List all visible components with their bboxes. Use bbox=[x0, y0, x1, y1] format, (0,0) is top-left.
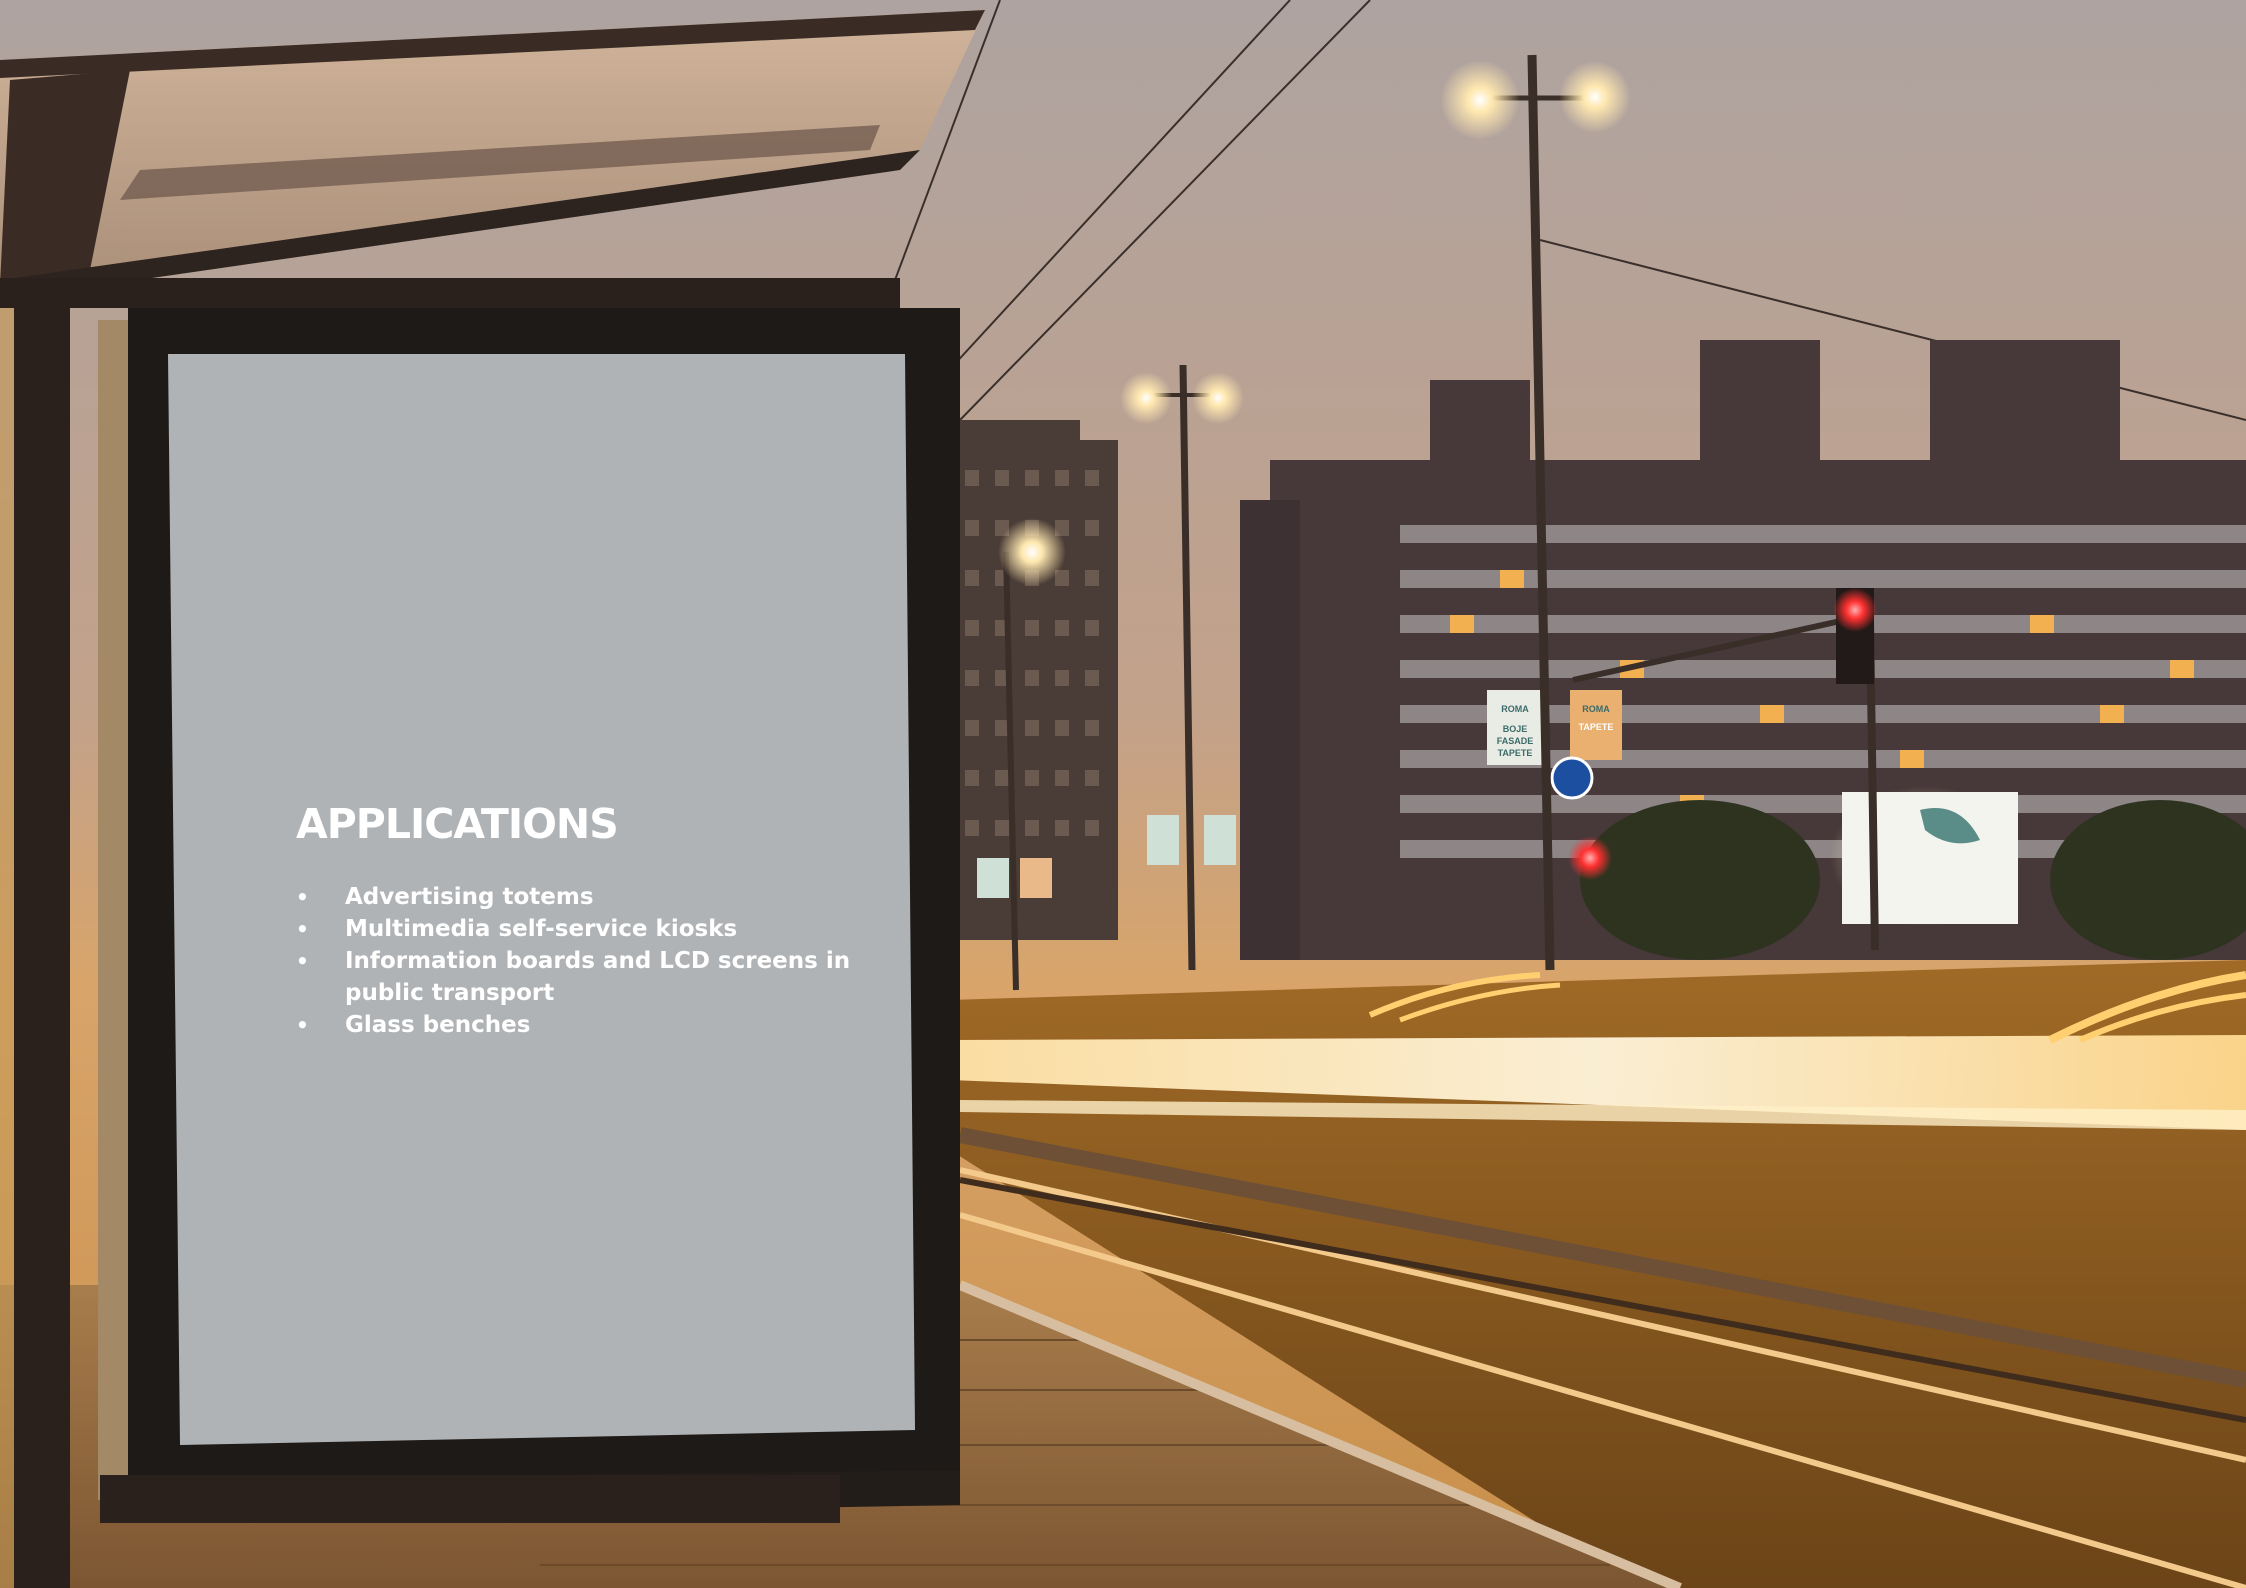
svg-text:ROMA: ROMA bbox=[1501, 704, 1529, 714]
poster-title: APPLICATIONS bbox=[296, 800, 619, 848]
list-item: Information boards and LCD screens in pu… bbox=[296, 945, 856, 1009]
svg-text:FASADE: FASADE bbox=[1497, 736, 1534, 746]
list-item: Multimedia self-service kiosks bbox=[296, 913, 856, 945]
bus-stop-night-scene: ROMA BOJE FASADE TAPETE ROMA TAPETE bbox=[0, 0, 2246, 1588]
shelter-posts bbox=[0, 240, 130, 1588]
applications-list: Advertising totems Multimedia self-servi… bbox=[296, 881, 856, 1041]
list-item: Glass benches bbox=[296, 1009, 856, 1041]
svg-text:BOJE: BOJE bbox=[1503, 724, 1528, 734]
poster-content: APPLICATIONS Advertising totems Multimed… bbox=[296, 800, 856, 1042]
svg-text:TAPETE: TAPETE bbox=[1498, 748, 1533, 758]
svg-text:TAPETE: TAPETE bbox=[1579, 722, 1614, 732]
list-item: Advertising totems bbox=[296, 881, 856, 913]
svg-text:ROMA: ROMA bbox=[1582, 704, 1610, 714]
lit-billboard bbox=[1830, 786, 2020, 926]
